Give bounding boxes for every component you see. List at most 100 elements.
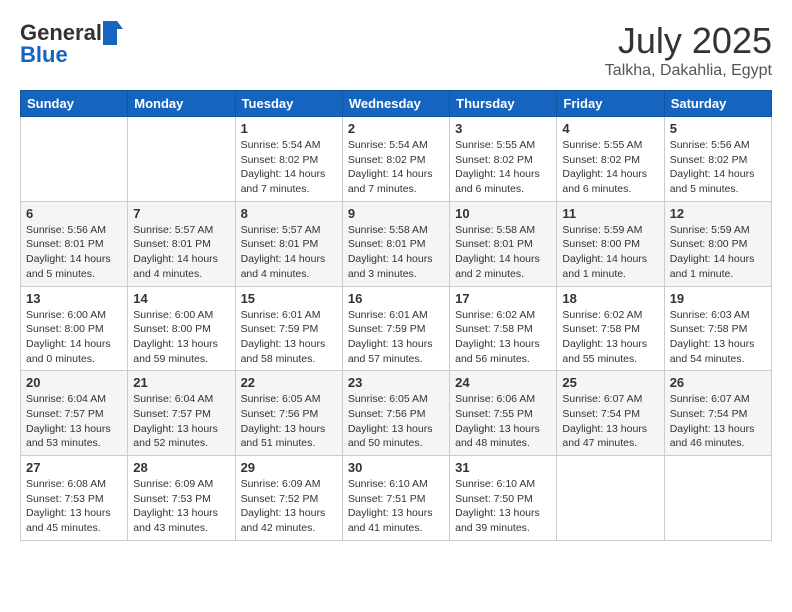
- calendar-cell: 10Sunrise: 5:58 AM Sunset: 8:01 PM Dayli…: [450, 201, 557, 286]
- logo-icon: [103, 21, 123, 45]
- weekday-header-monday: Monday: [128, 91, 235, 117]
- calendar-cell: [21, 117, 128, 202]
- day-info: Sunrise: 6:03 AM Sunset: 7:58 PM Dayligh…: [670, 308, 766, 367]
- day-info: Sunrise: 6:07 AM Sunset: 7:54 PM Dayligh…: [562, 392, 658, 451]
- calendar-cell: 28 Sunrise: 6:09 AM Sunset: 7:53 PM Dayli…: [128, 456, 235, 541]
- calendar-cell: 2 Sunrise: 5:54 AM Sunset: 8:02 PM Daylig…: [342, 117, 449, 202]
- day-info: Sunrise: 5:54 AM Sunset: 8:02 PM Dayligh…: [241, 138, 337, 197]
- weekday-header-friday: Friday: [557, 91, 664, 117]
- calendar-cell: 30 Sunrise: 6:10 AM Sunset: 7:51 PM Dayli…: [342, 456, 449, 541]
- calendar-cell: 4 Sunrise: 5:55 AM Sunset: 8:02 PM Daylig…: [557, 117, 664, 202]
- calendar-cell: 9Sunrise: 5:58 AM Sunset: 8:01 PM Daylig…: [342, 201, 449, 286]
- day-number: 29: [241, 460, 337, 475]
- calendar-cell: 16 Sunrise: 6:01 AM Sunset: 7:59 PM Dayli…: [342, 286, 449, 371]
- calendar-cell: 14 Sunrise: 6:00 AM Sunset: 8:00 PM Dayli…: [128, 286, 235, 371]
- day-number: 6: [26, 206, 122, 221]
- day-number: 2: [348, 121, 444, 136]
- calendar-cell: 24Sunrise: 6:06 AM Sunset: 7:55 PM Dayli…: [450, 371, 557, 456]
- logo: General Blue: [20, 20, 123, 68]
- day-number: 25: [562, 375, 658, 390]
- day-info: Sunrise: 5:59 AM Sunset: 8:00 PM Dayligh…: [670, 223, 766, 282]
- calendar-cell: 18 Sunrise: 6:02 AM Sunset: 7:58 PM Dayli…: [557, 286, 664, 371]
- location-title: Talkha, Dakahlia, Egypt: [605, 62, 772, 80]
- weekday-header-tuesday: Tuesday: [235, 91, 342, 117]
- day-number: 22: [241, 375, 337, 390]
- calendar-cell: 13 Sunrise: 6:00 AM Sunset: 8:00 PM Dayli…: [21, 286, 128, 371]
- day-number: 19: [670, 291, 766, 306]
- day-info: Sunrise: 6:09 AM Sunset: 7:53 PM Dayligh…: [133, 477, 229, 536]
- day-info: Sunrise: 6:02 AM Sunset: 7:58 PM Dayligh…: [562, 308, 658, 367]
- day-info: Sunrise: 6:05 AM Sunset: 7:56 PM Dayligh…: [348, 392, 444, 451]
- calendar-cell: [128, 117, 235, 202]
- calendar-week-row: 6 Sunrise: 5:56 AM Sunset: 8:01 PM Daylig…: [21, 201, 772, 286]
- day-info: Sunrise: 5:58 AM Sunset: 8:01 PM Dayligh…: [455, 223, 551, 282]
- day-number: 20: [26, 375, 122, 390]
- weekday-header-sunday: Sunday: [21, 91, 128, 117]
- day-info: Sunrise: 6:05 AM Sunset: 7:56 PM Dayligh…: [241, 392, 337, 451]
- day-info: Sunrise: 6:01 AM Sunset: 7:59 PM Dayligh…: [241, 308, 337, 367]
- day-info: Sunrise: 5:55 AM Sunset: 8:02 PM Dayligh…: [562, 138, 658, 197]
- day-info: Sunrise: 6:02 AM Sunset: 7:58 PM Dayligh…: [455, 308, 551, 367]
- calendar-cell: 5Sunrise: 5:56 AM Sunset: 8:02 PM Daylig…: [664, 117, 771, 202]
- day-number: 16: [348, 291, 444, 306]
- day-number: 4: [562, 121, 658, 136]
- month-title: July 2025: [605, 20, 772, 62]
- day-number: 14: [133, 291, 229, 306]
- day-number: 27: [26, 460, 122, 475]
- day-info: Sunrise: 5:57 AM Sunset: 8:01 PM Dayligh…: [133, 223, 229, 282]
- day-info: Sunrise: 6:04 AM Sunset: 7:57 PM Dayligh…: [133, 392, 229, 451]
- calendar-week-row: 20 Sunrise: 6:04 AM Sunset: 7:57 PM Dayli…: [21, 371, 772, 456]
- calendar-cell: 20 Sunrise: 6:04 AM Sunset: 7:57 PM Dayli…: [21, 371, 128, 456]
- day-info: Sunrise: 5:57 AM Sunset: 8:01 PM Dayligh…: [241, 223, 337, 282]
- weekday-header-wednesday: Wednesday: [342, 91, 449, 117]
- calendar-cell: 23Sunrise: 6:05 AM Sunset: 7:56 PM Dayli…: [342, 371, 449, 456]
- day-info: Sunrise: 6:10 AM Sunset: 7:50 PM Dayligh…: [455, 477, 551, 536]
- weekday-header-thursday: Thursday: [450, 91, 557, 117]
- day-number: 12: [670, 206, 766, 221]
- calendar-cell: 1 Sunrise: 5:54 AM Sunset: 8:02 PM Daylig…: [235, 117, 342, 202]
- calendar-cell: 15Sunrise: 6:01 AM Sunset: 7:59 PM Dayli…: [235, 286, 342, 371]
- day-number: 21: [133, 375, 229, 390]
- day-number: 30: [348, 460, 444, 475]
- day-info: Sunrise: 6:00 AM Sunset: 8:00 PM Dayligh…: [133, 308, 229, 367]
- day-number: 13: [26, 291, 122, 306]
- day-number: 7: [133, 206, 229, 221]
- calendar-week-row: 1 Sunrise: 5:54 AM Sunset: 8:02 PM Daylig…: [21, 117, 772, 202]
- day-number: 1: [241, 121, 337, 136]
- day-info: Sunrise: 6:10 AM Sunset: 7:51 PM Dayligh…: [348, 477, 444, 536]
- day-info: Sunrise: 6:07 AM Sunset: 7:54 PM Dayligh…: [670, 392, 766, 451]
- calendar-cell: 6 Sunrise: 5:56 AM Sunset: 8:01 PM Daylig…: [21, 201, 128, 286]
- day-number: 17: [455, 291, 551, 306]
- calendar-cell: [557, 456, 664, 541]
- day-number: 11: [562, 206, 658, 221]
- title-block: July 2025 Talkha, Dakahlia, Egypt: [605, 20, 772, 80]
- day-number: 8: [241, 206, 337, 221]
- day-info: Sunrise: 5:54 AM Sunset: 8:02 PM Dayligh…: [348, 138, 444, 197]
- day-info: Sunrise: 6:01 AM Sunset: 7:59 PM Dayligh…: [348, 308, 444, 367]
- calendar-cell: 19 Sunrise: 6:03 AM Sunset: 7:58 PM Dayli…: [664, 286, 771, 371]
- day-info: Sunrise: 6:00 AM Sunset: 8:00 PM Dayligh…: [26, 308, 122, 367]
- calendar-cell: 12 Sunrise: 5:59 AM Sunset: 8:00 PM Dayli…: [664, 201, 771, 286]
- day-number: 26: [670, 375, 766, 390]
- calendar-cell: [664, 456, 771, 541]
- calendar-cell: 29 Sunrise: 6:09 AM Sunset: 7:52 PM Dayli…: [235, 456, 342, 541]
- day-info: Sunrise: 6:09 AM Sunset: 7:52 PM Dayligh…: [241, 477, 337, 536]
- day-info: Sunrise: 5:56 AM Sunset: 8:01 PM Dayligh…: [26, 223, 122, 282]
- day-number: 3: [455, 121, 551, 136]
- calendar-week-row: 13 Sunrise: 6:00 AM Sunset: 8:00 PM Dayli…: [21, 286, 772, 371]
- calendar-cell: 31Sunrise: 6:10 AM Sunset: 7:50 PM Dayli…: [450, 456, 557, 541]
- day-info: Sunrise: 5:55 AM Sunset: 8:02 PM Dayligh…: [455, 138, 551, 197]
- day-number: 18: [562, 291, 658, 306]
- day-info: Sunrise: 6:04 AM Sunset: 7:57 PM Dayligh…: [26, 392, 122, 451]
- calendar-cell: 25 Sunrise: 6:07 AM Sunset: 7:54 PM Dayli…: [557, 371, 664, 456]
- calendar-cell: 21 Sunrise: 6:04 AM Sunset: 7:57 PM Dayli…: [128, 371, 235, 456]
- day-info: Sunrise: 6:08 AM Sunset: 7:53 PM Dayligh…: [26, 477, 122, 536]
- day-number: 24: [455, 375, 551, 390]
- calendar-cell: 27 Sunrise: 6:08 AM Sunset: 7:53 PM Dayli…: [21, 456, 128, 541]
- day-number: 28: [133, 460, 229, 475]
- calendar-cell: 17 Sunrise: 6:02 AM Sunset: 7:58 PM Dayli…: [450, 286, 557, 371]
- day-number: 5: [670, 121, 766, 136]
- page-header: General Blue July 2025 Talkha, Dakahlia,…: [20, 20, 772, 80]
- calendar-cell: 7 Sunrise: 5:57 AM Sunset: 8:01 PM Daylig…: [128, 201, 235, 286]
- calendar-cell: 22 Sunrise: 6:05 AM Sunset: 7:56 PM Dayli…: [235, 371, 342, 456]
